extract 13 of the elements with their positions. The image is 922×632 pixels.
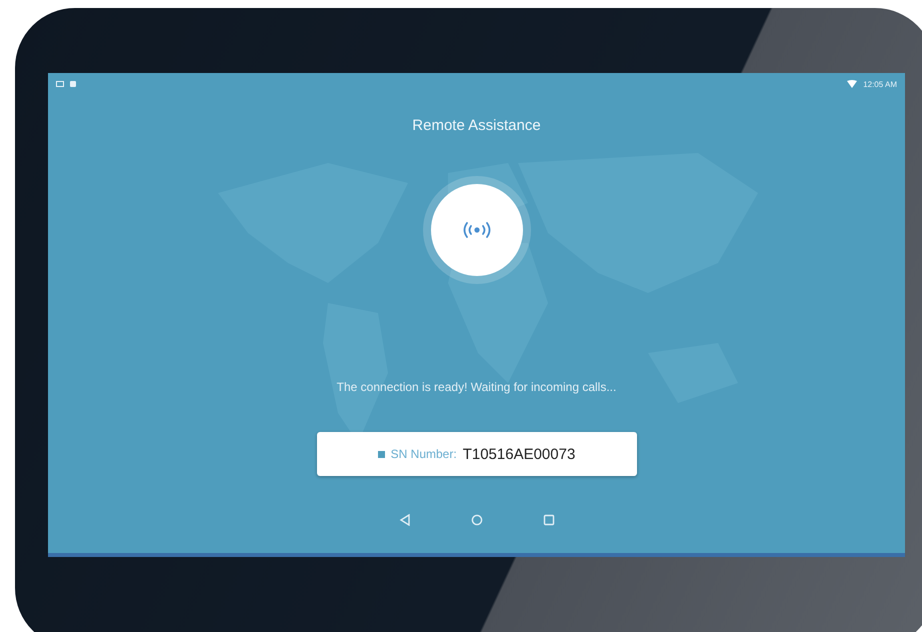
status-time: 12:05 AM [863, 80, 897, 88]
recents-icon[interactable] [542, 514, 554, 526]
square-icon [378, 450, 385, 458]
serial-value: T10516AE00073 [462, 446, 576, 462]
status-message: The connection is ready! Waiting for incoming calls... [336, 380, 616, 394]
screen-icon [56, 80, 64, 88]
back-icon[interactable] [398, 514, 410, 526]
signal-broadcast-icon [462, 222, 492, 238]
wifi-icon [847, 80, 858, 88]
screen-title: Remote Assistance [412, 117, 541, 134]
square-icon [70, 81, 76, 87]
serial-label: SN Number: [390, 447, 457, 461]
home-icon[interactable] [470, 514, 482, 526]
